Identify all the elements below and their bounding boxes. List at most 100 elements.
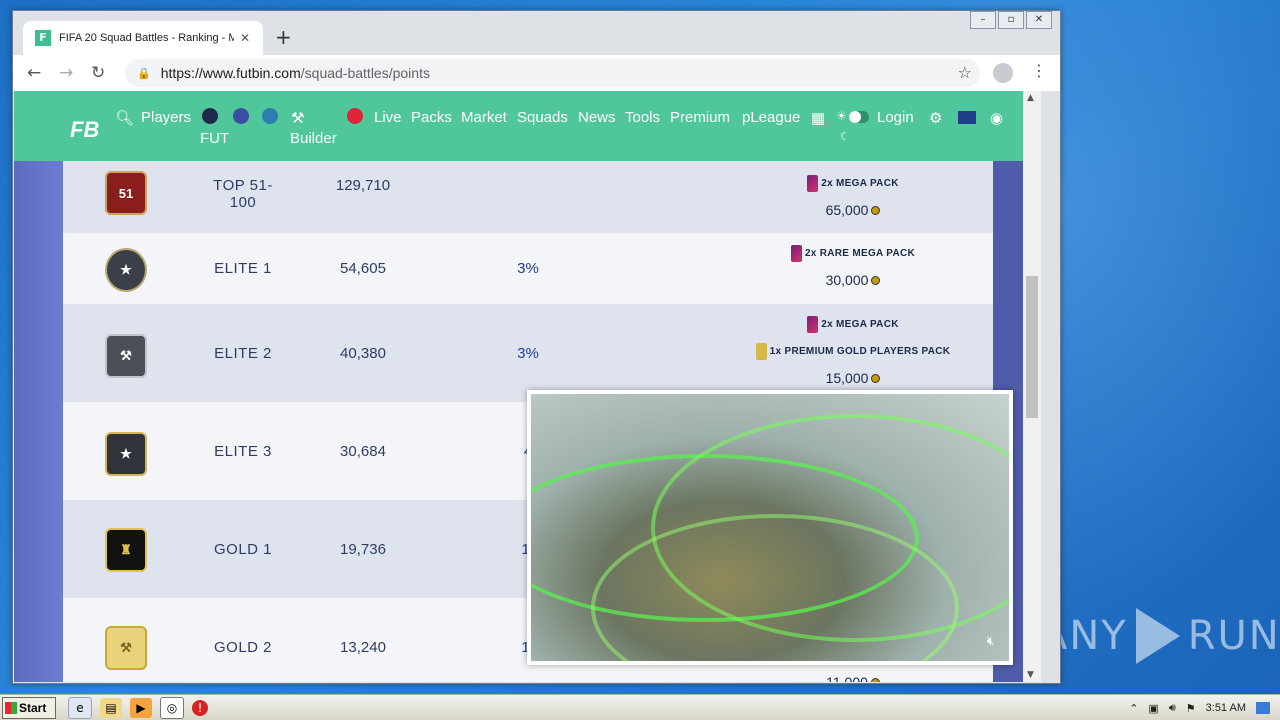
url-path: /squad-battles/points <box>300 65 430 81</box>
gold-1-badge-icon: ♜ <box>105 528 147 572</box>
rewards-cell: 2x MEGA PACK 65,000 <box>733 175 973 218</box>
eye-icon[interactable]: ◉ <box>990 109 1003 127</box>
mute-icon[interactable]: 🔇︎ <box>987 634 995 649</box>
forward-arrow-icon[interactable]: → <box>59 63 73 83</box>
nav-tools[interactable]: Tools <box>625 109 660 126</box>
rank-name: ELITE 3 <box>214 443 272 460</box>
theme-toggle[interactable] <box>849 111 869 123</box>
nav-premium[interactable]: Premium <box>670 109 730 126</box>
nav-builder[interactable]: Builder <box>290 130 337 147</box>
media-player-icon[interactable]: ▶ <box>130 698 152 718</box>
rank-name: GOLD 2 <box>213 639 273 656</box>
coins-value: 15,000 <box>826 370 881 386</box>
coins-value: 65,000 <box>826 202 881 218</box>
clock[interactable]: 3:51 AM <box>1206 702 1246 714</box>
video-frame[interactable]: 🔇︎ <box>531 394 1009 661</box>
points-value: 19,736 <box>340 541 386 558</box>
settings-icon[interactable]: ⚙ <box>929 109 942 127</box>
tab-title: FIFA 20 Squad Battles - Ranking - M <box>59 32 234 44</box>
globe-icon[interactable] <box>262 108 278 124</box>
rank-name: TOP 51-100 <box>213 177 273 211</box>
bookmark-star-icon[interactable]: ☆ <box>958 63 972 82</box>
windows-logo-icon <box>5 702 17 714</box>
tab-close-icon[interactable]: ✕ <box>240 31 250 45</box>
chrome-icon[interactable]: ◎ <box>160 697 184 719</box>
nav-players[interactable]: Players <box>141 109 191 126</box>
points-value: 13,240 <box>340 639 386 656</box>
rewards-cell: 2x RARE MEGA PACK 30,000 <box>733 245 973 288</box>
url-text: https://www.futbin.com/squad-battles/poi… <box>161 65 430 81</box>
opera-icon[interactable]: ! <box>192 700 208 716</box>
elite-1-badge-icon: ★ <box>105 248 147 292</box>
coin-icon <box>871 205 881 215</box>
lock-icon: 🔒 <box>137 66 151 80</box>
system-tray: ⌃ ▣ 🔊︎ ⚑ 3:51 AM <box>1129 695 1280 720</box>
close-window-button[interactable]: ✕ <box>1026 11 1052 29</box>
nav-squads[interactable]: Squads <box>517 109 568 126</box>
nav-packs[interactable]: Packs <box>411 109 452 126</box>
mega-pack-icon <box>807 175 819 192</box>
sun-icon: ☀ <box>836 109 847 123</box>
nav-login[interactable]: Login <box>877 109 914 126</box>
moon-icon: ☾ <box>840 131 850 143</box>
minimize-button[interactable]: – <box>970 11 996 29</box>
watermark-right: RUN <box>1187 613 1280 659</box>
points-value: 129,710 <box>335 177 391 194</box>
tray-expand-icon[interactable]: ⌃ <box>1129 702 1138 715</box>
scrollbar-thumb[interactable] <box>1026 276 1038 418</box>
rewards-cell: 11,000 <box>733 674 973 682</box>
rank-name: GOLD 1 <box>213 541 273 558</box>
rewards-cell: 2x MEGA PACK 1x PREMIUM GOLD PLAYERS PAC… <box>733 316 973 386</box>
nav-fut[interactable]: FUT <box>200 130 229 147</box>
points-value: 40,380 <box>340 345 386 362</box>
table-row: ⚒ ELITE 2 40,380 3% 2x MEGA PACK 1x PREM… <box>63 304 993 402</box>
percent-value: 3% <box>517 345 539 362</box>
futbin-logo[interactable]: FB <box>70 117 99 143</box>
reload-icon[interactable]: ↻ <box>91 63 105 83</box>
coin-icon <box>871 373 881 383</box>
scroll-down-icon[interactable]: ▼ <box>1027 670 1034 680</box>
new-tab-button[interactable]: + <box>275 25 292 49</box>
window-controls: – ▫ ✕ <box>970 11 1052 29</box>
uk-flag-icon[interactable] <box>958 111 976 124</box>
address-bar[interactable]: 🔒 https://www.futbin.com/squad-battles/p… <box>125 59 980 87</box>
percent-value: 3% <box>517 260 539 277</box>
fut-shield-icon[interactable] <box>202 108 218 124</box>
folder-icon[interactable]: ▤ <box>100 698 122 718</box>
rank-name: ELITE 2 <box>214 345 272 362</box>
page-scrollbar[interactable]: ▲ ▼ <box>1023 91 1041 682</box>
season-icon[interactable] <box>233 108 249 124</box>
maximize-button[interactable]: ▫ <box>998 11 1024 29</box>
back-arrow-icon[interactable]: ← <box>27 63 41 83</box>
nav-pleague[interactable]: pLeague <box>742 109 800 126</box>
url-host: https://www.futbin.com <box>160 65 301 81</box>
menu-kebab-icon[interactable]: ⋮ <box>1031 61 1047 80</box>
video-ad-overlay[interactable]: 🔇︎ <box>527 390 1013 665</box>
search-icon[interactable]: 🔍︎ <box>115 109 134 127</box>
taskbar: Start e ▤ ▶ ◎ ! ⌃ ▣ 🔊︎ ⚑ 3:51 AM <box>0 694 1280 720</box>
mega-pack-icon <box>807 316 819 333</box>
flag-icon[interactable]: ⚑ <box>1186 702 1196 715</box>
table-row: ★ ELITE 1 54,605 3% 2x RARE MEGA PACK 30… <box>63 233 993 304</box>
volume-icon[interactable]: 🔊︎ <box>1169 702 1176 715</box>
nav-news[interactable]: News <box>578 109 616 126</box>
table-row: 51 TOP 51-100 129,710 2x MEGA PACK 65,00… <box>63 161 993 233</box>
show-desktop-icon[interactable] <box>1256 702 1270 714</box>
nav-market[interactable]: Market <box>461 109 507 126</box>
reward-item: 1x PREMIUM GOLD PLAYERS PACK <box>755 343 951 360</box>
tools-hammer-icon[interactable]: ⚒ <box>291 109 304 127</box>
nav-live[interactable]: Live <box>374 109 402 126</box>
ie-icon[interactable]: e <box>68 697 92 719</box>
network-icon[interactable]: ▣ <box>1148 702 1158 715</box>
elite-2-badge-icon: ⚒ <box>105 334 147 378</box>
browser-tab[interactable]: F FIFA 20 Squad Battles - Ranking - M ✕ <box>23 21 263 55</box>
points-value: 54,605 <box>340 260 386 277</box>
scroll-up-icon[interactable]: ▲ <box>1027 93 1034 103</box>
reward-item: 2x RARE MEGA PACK <box>790 245 915 262</box>
calculator-icon[interactable]: ▦ <box>811 109 825 127</box>
coin-icon <box>870 677 880 682</box>
live-icon[interactable] <box>347 108 363 124</box>
futbin-favicon-icon: F <box>35 30 51 46</box>
profile-avatar-icon[interactable] <box>993 63 1013 83</box>
start-button[interactable]: Start <box>2 697 56 719</box>
